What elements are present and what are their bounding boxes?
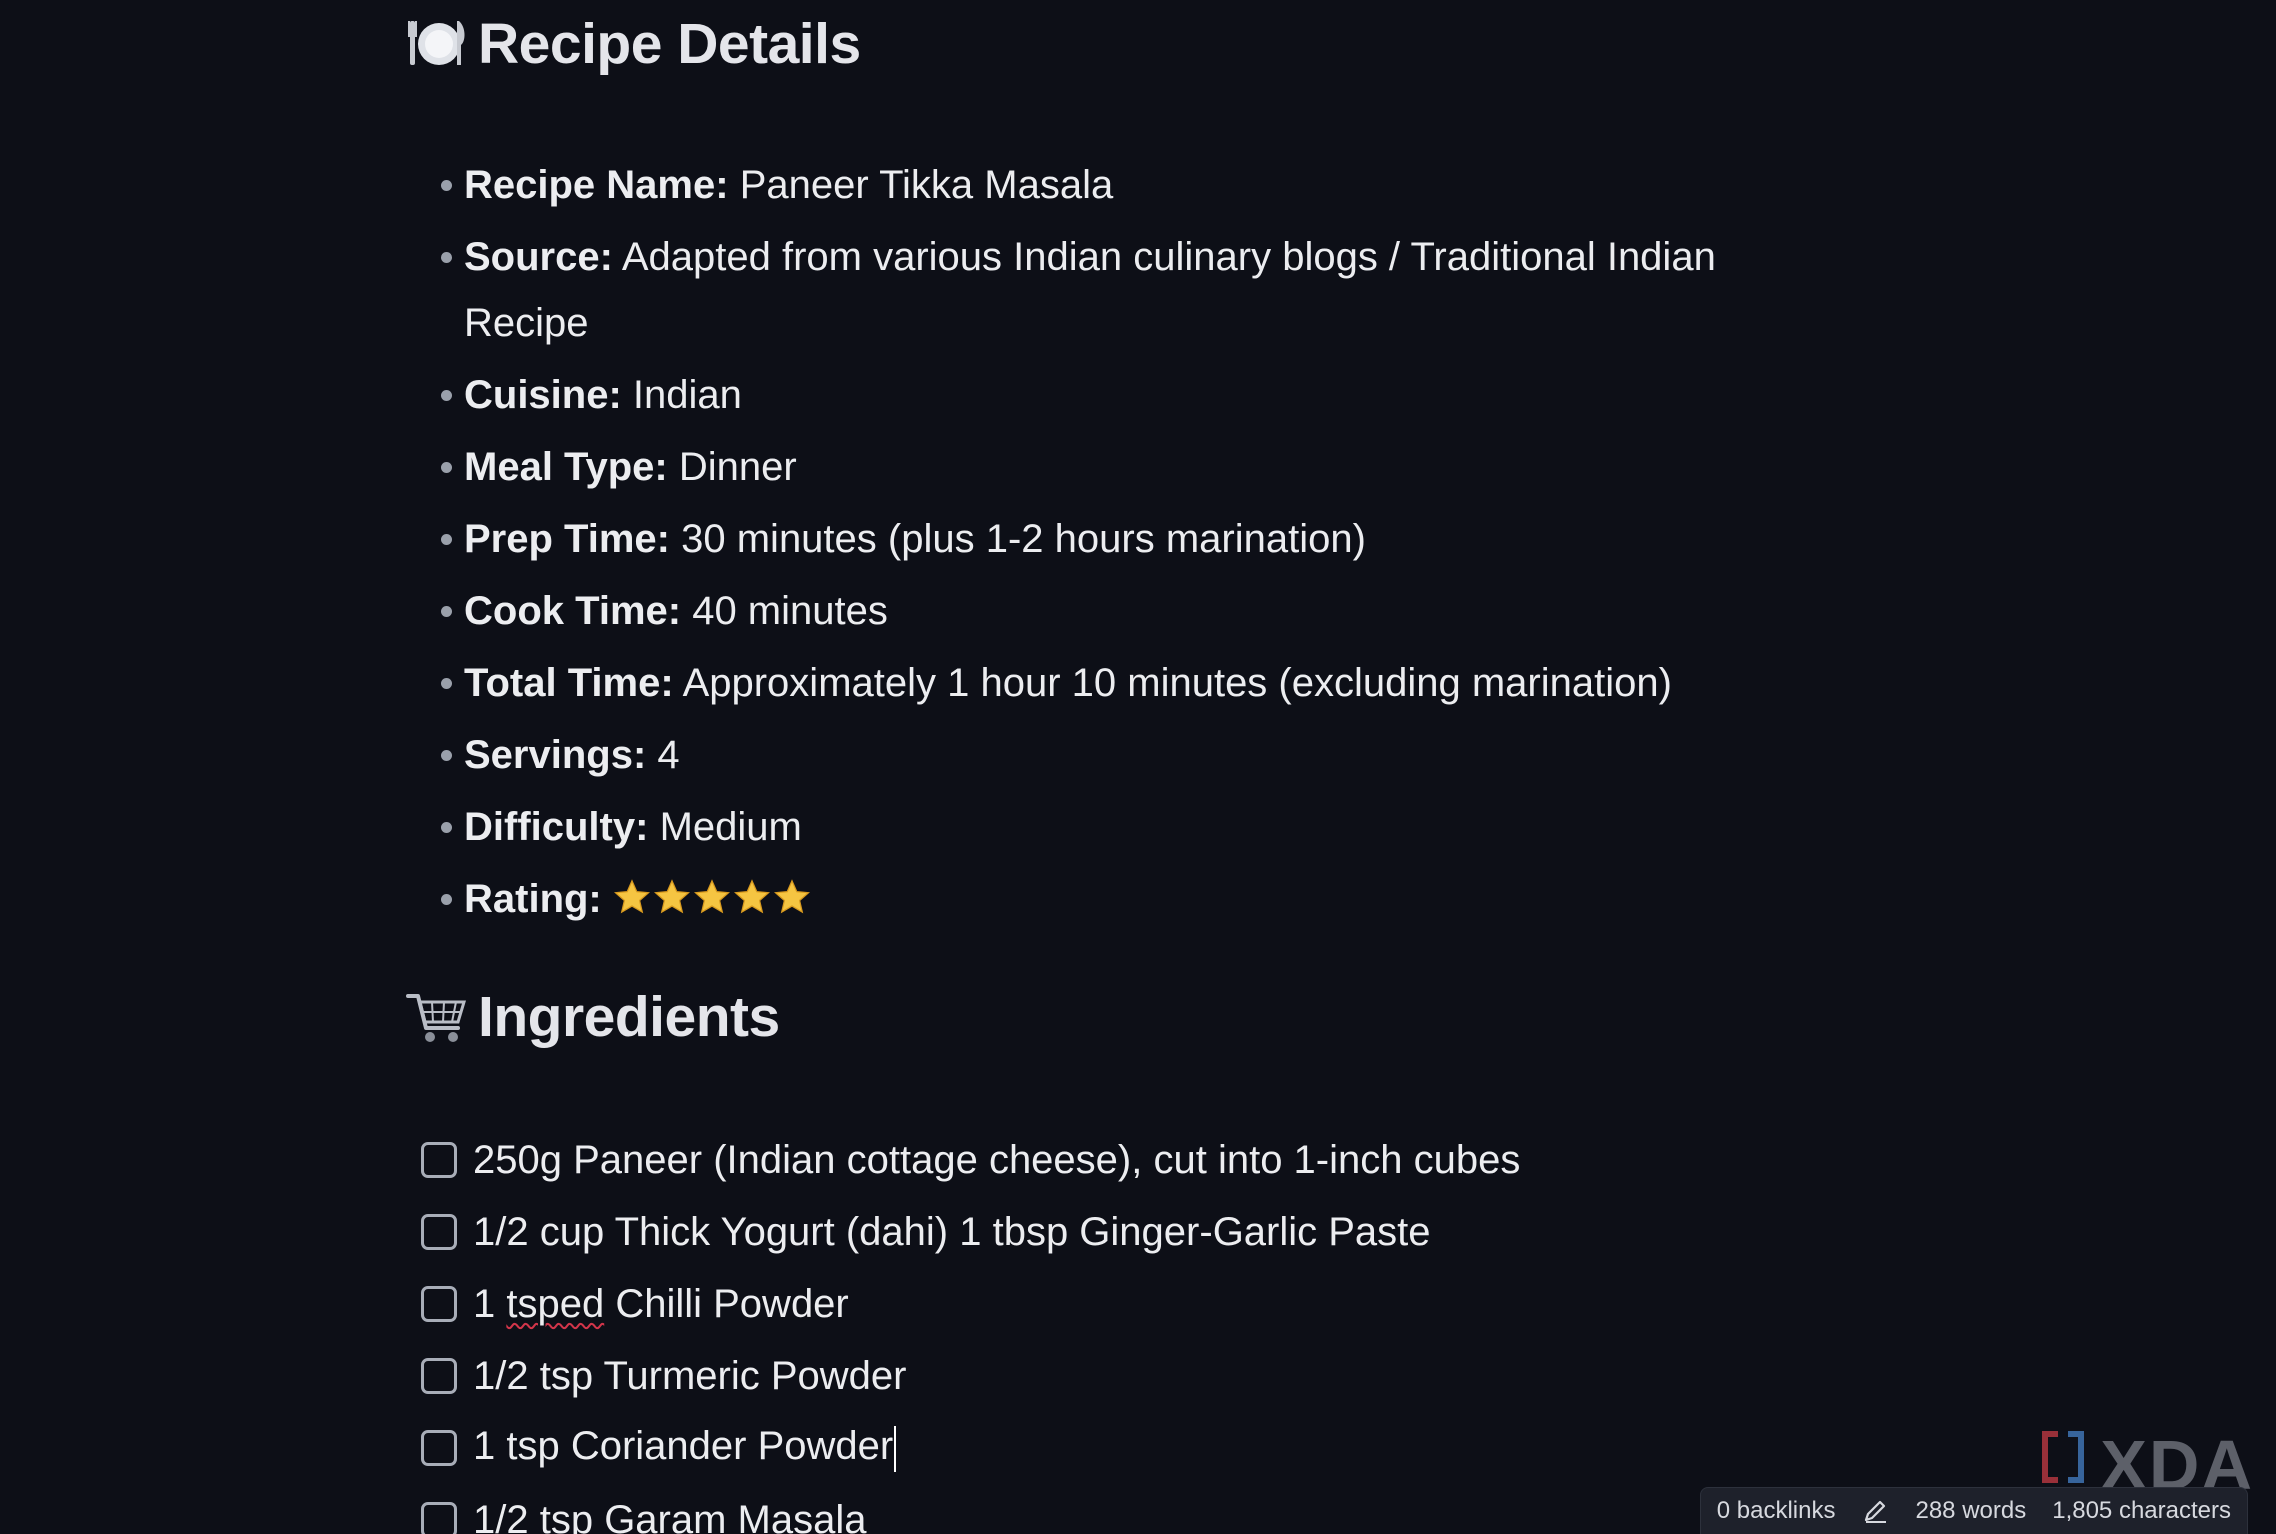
checklist-item-text[interactable]: 1/2 cup Thick Yogurt (dahi) 1 tbsp Ginge… bbox=[473, 1210, 1431, 1255]
text-cursor bbox=[894, 1425, 897, 1472]
star-icon bbox=[653, 879, 690, 914]
list-item[interactable]: Prep Time: 30 minutes (plus 1-2 hours ma… bbox=[406, 506, 1726, 572]
checklist-item: 1/2 cup Thick Yogurt (dahi) 1 tbsp Ginge… bbox=[406, 1196, 1520, 1268]
list-item[interactable]: Difficulty: Medium bbox=[406, 794, 1726, 860]
star-icon bbox=[693, 879, 730, 914]
checklist-item: 1/2 tsp Garam Masala bbox=[406, 1484, 1520, 1534]
checklist-item-text[interactable]: 1/2 tsp Turmeric Powder bbox=[473, 1354, 907, 1399]
list-item[interactable]: Cuisine: Indian bbox=[406, 362, 1726, 428]
bullet-dot bbox=[441, 252, 452, 263]
rating-item[interactable]: Rating: bbox=[406, 866, 1726, 932]
bullet-dot bbox=[441, 750, 452, 761]
star-rating bbox=[613, 878, 811, 916]
checklist-item-text[interactable]: 1 tsped Chilli Powder bbox=[473, 1282, 849, 1327]
backlinks-count[interactable]: 0 backlinks bbox=[1717, 1497, 1836, 1525]
recipe-details-list: Recipe Name: Paneer Tikka Masala Source:… bbox=[406, 152, 1726, 938]
recipe-details-title: Recipe Details bbox=[478, 12, 861, 76]
bullet-dot bbox=[441, 894, 452, 905]
checklist-item-text[interactable]: 1/2 tsp Garam Masala bbox=[473, 1498, 867, 1534]
star-icon bbox=[613, 879, 650, 914]
pencil-icon[interactable] bbox=[1861, 1497, 1889, 1525]
checklist-item-text[interactable]: 250g Paneer (Indian cottage cheese), cut… bbox=[473, 1138, 1520, 1183]
ingredients-checklist: 250g Paneer (Indian cottage cheese), cut… bbox=[406, 1124, 1520, 1534]
misspelled-word[interactable]: tsped bbox=[506, 1282, 604, 1326]
word-count: 288 words bbox=[1915, 1497, 2027, 1524]
task-checkbox[interactable] bbox=[421, 1142, 457, 1178]
list-item[interactable]: Servings: 4 bbox=[406, 722, 1726, 788]
bullet-dot bbox=[441, 180, 452, 191]
list-item[interactable]: Total Time: Approximately 1 hour 10 minu… bbox=[406, 650, 1726, 716]
recipe-details-heading: Recipe Details bbox=[406, 2, 861, 86]
star-icon bbox=[773, 879, 810, 914]
app-window: Recipe Details Recipe Name: Paneer Tikka… bbox=[0, 0, 2276, 1534]
bullet-dot bbox=[441, 534, 452, 545]
task-checkbox[interactable] bbox=[421, 1358, 457, 1394]
task-checkbox[interactable] bbox=[421, 1214, 457, 1250]
list-item[interactable]: Recipe Name: Paneer Tikka Masala bbox=[406, 152, 1726, 218]
checklist-item-text[interactable]: 1 tsp Coriander Powder bbox=[473, 1424, 897, 1472]
task-checkbox[interactable] bbox=[421, 1430, 457, 1466]
status-bar: 0 backlinks 288 words 1,805 characters bbox=[1699, 1487, 2248, 1534]
list-item[interactable]: Source: Adapted from various Indian culi… bbox=[406, 224, 1726, 356]
checklist-item: 250g Paneer (Indian cottage cheese), cut… bbox=[406, 1124, 1520, 1196]
checklist-item: 1 tsp Coriander Powder bbox=[406, 1412, 1520, 1484]
ingredients-title: Ingredients bbox=[478, 985, 780, 1049]
bullet-dot bbox=[441, 606, 452, 617]
bullet-dot bbox=[441, 390, 452, 401]
list-item[interactable]: Cook Time: 40 minutes bbox=[406, 578, 1726, 644]
bullet-dot bbox=[441, 462, 452, 473]
checklist-item: 1/2 tsp Turmeric Powder bbox=[406, 1340, 1520, 1412]
task-checkbox[interactable] bbox=[421, 1286, 457, 1322]
list-item[interactable]: Meal Type: Dinner bbox=[406, 434, 1726, 500]
checklist-item: 1 tsped Chilli Powder bbox=[406, 1268, 1520, 1340]
plate-cutlery-icon bbox=[406, 13, 468, 75]
shopping-cart-icon bbox=[406, 986, 468, 1048]
task-checkbox[interactable] bbox=[421, 1502, 457, 1534]
star-icon bbox=[733, 879, 770, 914]
bullet-dot bbox=[441, 822, 452, 833]
character-count: 1,805 characters bbox=[2052, 1497, 2231, 1524]
bullet-dot bbox=[441, 678, 452, 689]
ingredients-heading: Ingredients bbox=[406, 975, 780, 1059]
